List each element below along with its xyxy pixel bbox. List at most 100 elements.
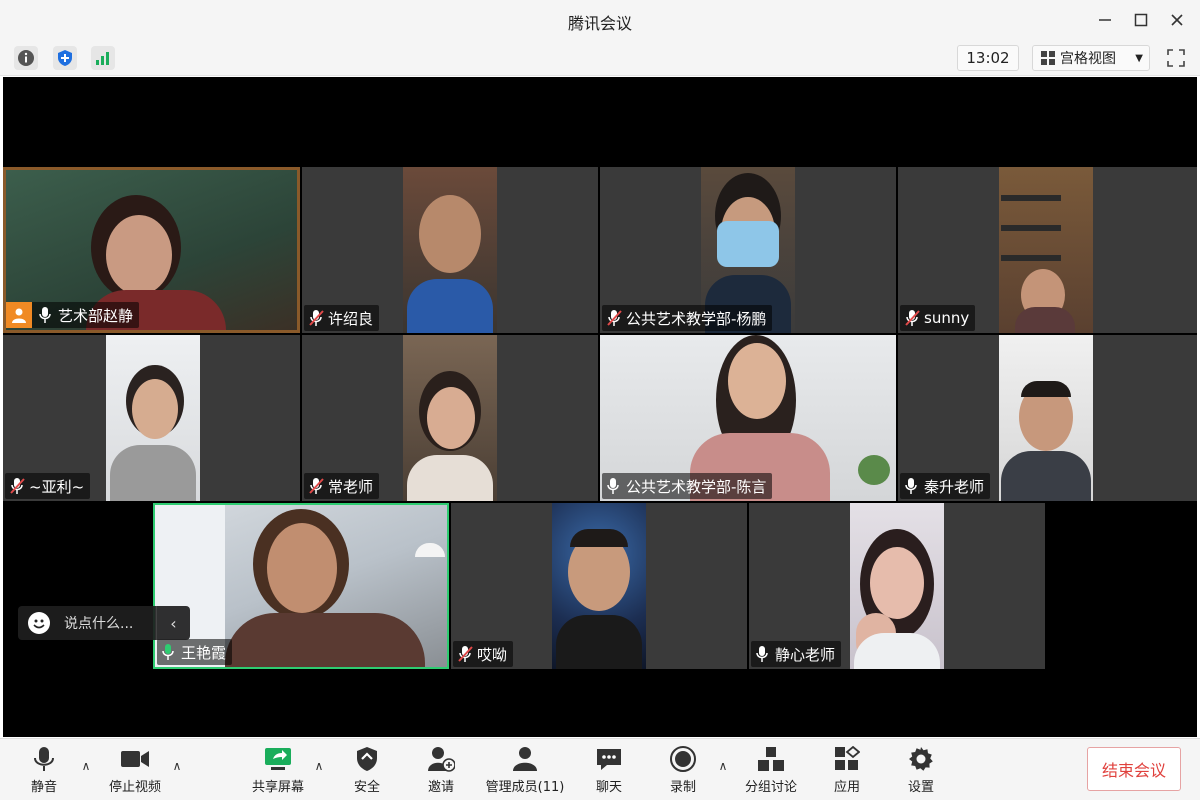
participant-label: 艺术部赵静 [6, 302, 140, 328]
video-camera-icon [120, 745, 150, 773]
participant-label: ~亚利~ [5, 473, 91, 499]
share-screen-label: 共享屏幕 [251, 780, 304, 795]
gear-icon [906, 745, 936, 773]
minimize-icon [1099, 19, 1111, 21]
close-button[interactable] [1164, 8, 1190, 32]
share-screen-icon [263, 745, 293, 773]
info-button[interactable] [14, 46, 38, 70]
security-label: 安全 [353, 780, 380, 795]
host-icon [6, 302, 32, 328]
participant-name: 公共艺术教学部-杨鹏 [626, 309, 767, 328]
chevron-up-icon: ∧ [81, 759, 91, 773]
record-button[interactable]: 录制 [662, 745, 704, 797]
fullscreen-button[interactable] [1166, 48, 1186, 68]
participant-label: 王艳霞 [157, 639, 233, 665]
share-screen-button[interactable]: 共享屏幕 [248, 745, 308, 797]
shield-icon [352, 745, 382, 773]
microphone-icon [39, 307, 51, 323]
chevron-up-icon: ∧ [172, 759, 182, 773]
video-tile[interactable]: 公共艺术教学部-杨鹏 [600, 167, 896, 333]
share-options-button[interactable]: ∧ [312, 759, 326, 773]
manage-members-button[interactable]: 管理成员(11) [482, 745, 568, 797]
video-tile[interactable]: 许绍良 [302, 167, 598, 333]
video-tile[interactable]: ~亚利~ [3, 335, 300, 501]
chat-button[interactable]: 聊天 [588, 745, 630, 797]
maximize-button[interactable] [1128, 8, 1154, 32]
info-icon [18, 50, 34, 66]
invite-label: 邀请 [427, 780, 454, 795]
video-options-button[interactable]: ∧ [170, 759, 184, 773]
microphone-icon [607, 478, 619, 494]
chat-bubble-icon [594, 745, 624, 773]
muted-microphone-icon [309, 310, 324, 326]
video-tile[interactable]: 艺术部赵静 [3, 167, 300, 333]
video-tile[interactable]: 公共艺术教学部-陈言 [600, 335, 896, 501]
participant-name: 常老师 [328, 477, 374, 496]
participant-name: 秦升老师 [924, 477, 985, 496]
users-icon [510, 745, 540, 773]
security-button[interactable]: 安全 [346, 745, 388, 797]
apps-button[interactable]: 应用 [826, 745, 868, 797]
end-meeting-button[interactable]: 结束会议 [1087, 747, 1181, 791]
view-mode-dropdown[interactable]: 宫格视图 ▼ [1032, 45, 1150, 71]
breakout-rooms-label: 分组讨论 [744, 780, 797, 795]
video-tile[interactable]: 常老师 [302, 335, 598, 501]
video-tile[interactable]: 秦升老师 [898, 335, 1197, 501]
participant-name: ~亚利~ [29, 477, 85, 496]
video-tile[interactable]: 静心老师 [749, 503, 1045, 669]
stop-video-label: 停止视频 [108, 780, 161, 795]
video-tile[interactable]: 哎呦 [451, 503, 747, 669]
signal-icon [96, 52, 109, 65]
settings-button[interactable]: 设置 [900, 745, 942, 797]
window-title: 腾讯会议 [567, 14, 632, 33]
muted-microphone-icon [309, 478, 324, 494]
audio-options-button[interactable]: ∧ [79, 759, 93, 773]
chevron-up-icon: ∧ [314, 759, 324, 773]
close-icon [1171, 14, 1183, 26]
chevron-left-icon: ‹ [170, 613, 177, 633]
chevron-down-icon: ▼ [1135, 52, 1143, 64]
apps-label: 应用 [833, 780, 860, 795]
muted-microphone-icon [607, 310, 622, 326]
security-status-button[interactable] [53, 46, 77, 70]
microphone-icon [756, 646, 768, 662]
add-user-icon [426, 745, 456, 773]
manage-members-label: 管理成员(11) [485, 780, 565, 795]
mute-button[interactable]: 静音 [22, 745, 66, 797]
record-label: 录制 [669, 780, 696, 795]
muted-microphone-icon [10, 478, 25, 494]
shield-icon [58, 50, 72, 66]
mute-label: 静音 [30, 780, 57, 795]
stop-video-button[interactable]: 停止视频 [104, 745, 166, 797]
microphone-speaking-icon [162, 644, 174, 660]
chat-placeholder: 说点什么... [64, 616, 134, 632]
record-icon [668, 745, 698, 773]
emoji-icon[interactable] [28, 612, 50, 634]
fullscreen-icon [1167, 49, 1185, 67]
maximize-icon [1134, 13, 1148, 27]
participant-label: 哎呦 [453, 641, 514, 667]
quick-chat-input[interactable]: 说点什么... ‹ [18, 606, 190, 640]
minimize-button[interactable] [1092, 8, 1118, 32]
invite-button[interactable]: 邀请 [420, 745, 462, 797]
meeting-timer: 13:02 [957, 45, 1019, 71]
view-mode-label: 宫格视图 [1060, 51, 1116, 67]
breakout-rooms-button[interactable]: 分组讨论 [742, 745, 800, 797]
title-bar: 腾讯会议 [0, 0, 1200, 40]
participant-label: 公共艺术教学部-陈言 [602, 473, 773, 499]
chat-label: 聊天 [595, 780, 622, 795]
video-tile[interactable]: sunny [898, 167, 1197, 333]
video-tile-active-speaker[interactable]: 王艳霞 [153, 503, 449, 669]
record-options-button[interactable]: ∧ [716, 759, 730, 773]
grid-view-icon [1041, 51, 1055, 65]
muted-microphone-icon [458, 646, 473, 662]
network-status-button[interactable] [91, 46, 115, 70]
apps-icon [832, 745, 862, 773]
collapse-chat-button[interactable]: ‹ [156, 606, 190, 640]
meeting-info-bar: 13:02 宫格视图 ▼ [0, 40, 1200, 76]
participant-name: 艺术部赵静 [58, 306, 134, 325]
participant-label: 秦升老师 [900, 473, 991, 499]
participant-name: 许绍良 [328, 309, 374, 328]
breakout-rooms-icon [756, 745, 786, 773]
microphone-icon [29, 745, 59, 773]
